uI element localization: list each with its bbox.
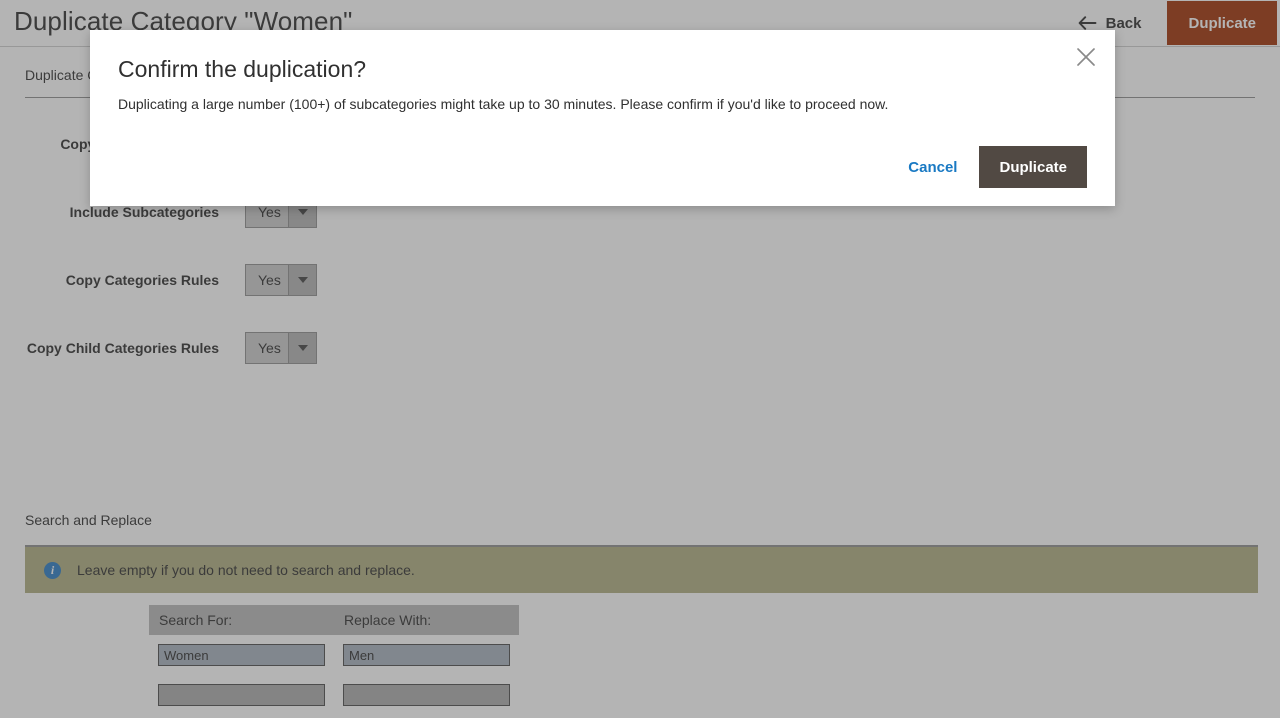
modal-footer: Cancel Duplicate	[906, 146, 1087, 188]
modal-title: Confirm the duplication?	[118, 56, 367, 82]
modal-message: Duplicating a large number (100+) of sub…	[118, 96, 889, 112]
page-root: Duplicate Category "Women" Back Duplicat…	[0, 0, 1280, 718]
modal-cancel-button[interactable]: Cancel	[906, 153, 959, 182]
confirm-duplication-modal: Confirm the duplication? Duplicating a l…	[90, 30, 1115, 206]
modal-duplicate-button[interactable]: Duplicate	[979, 146, 1087, 188]
close-x-icon[interactable]	[1069, 40, 1103, 74]
